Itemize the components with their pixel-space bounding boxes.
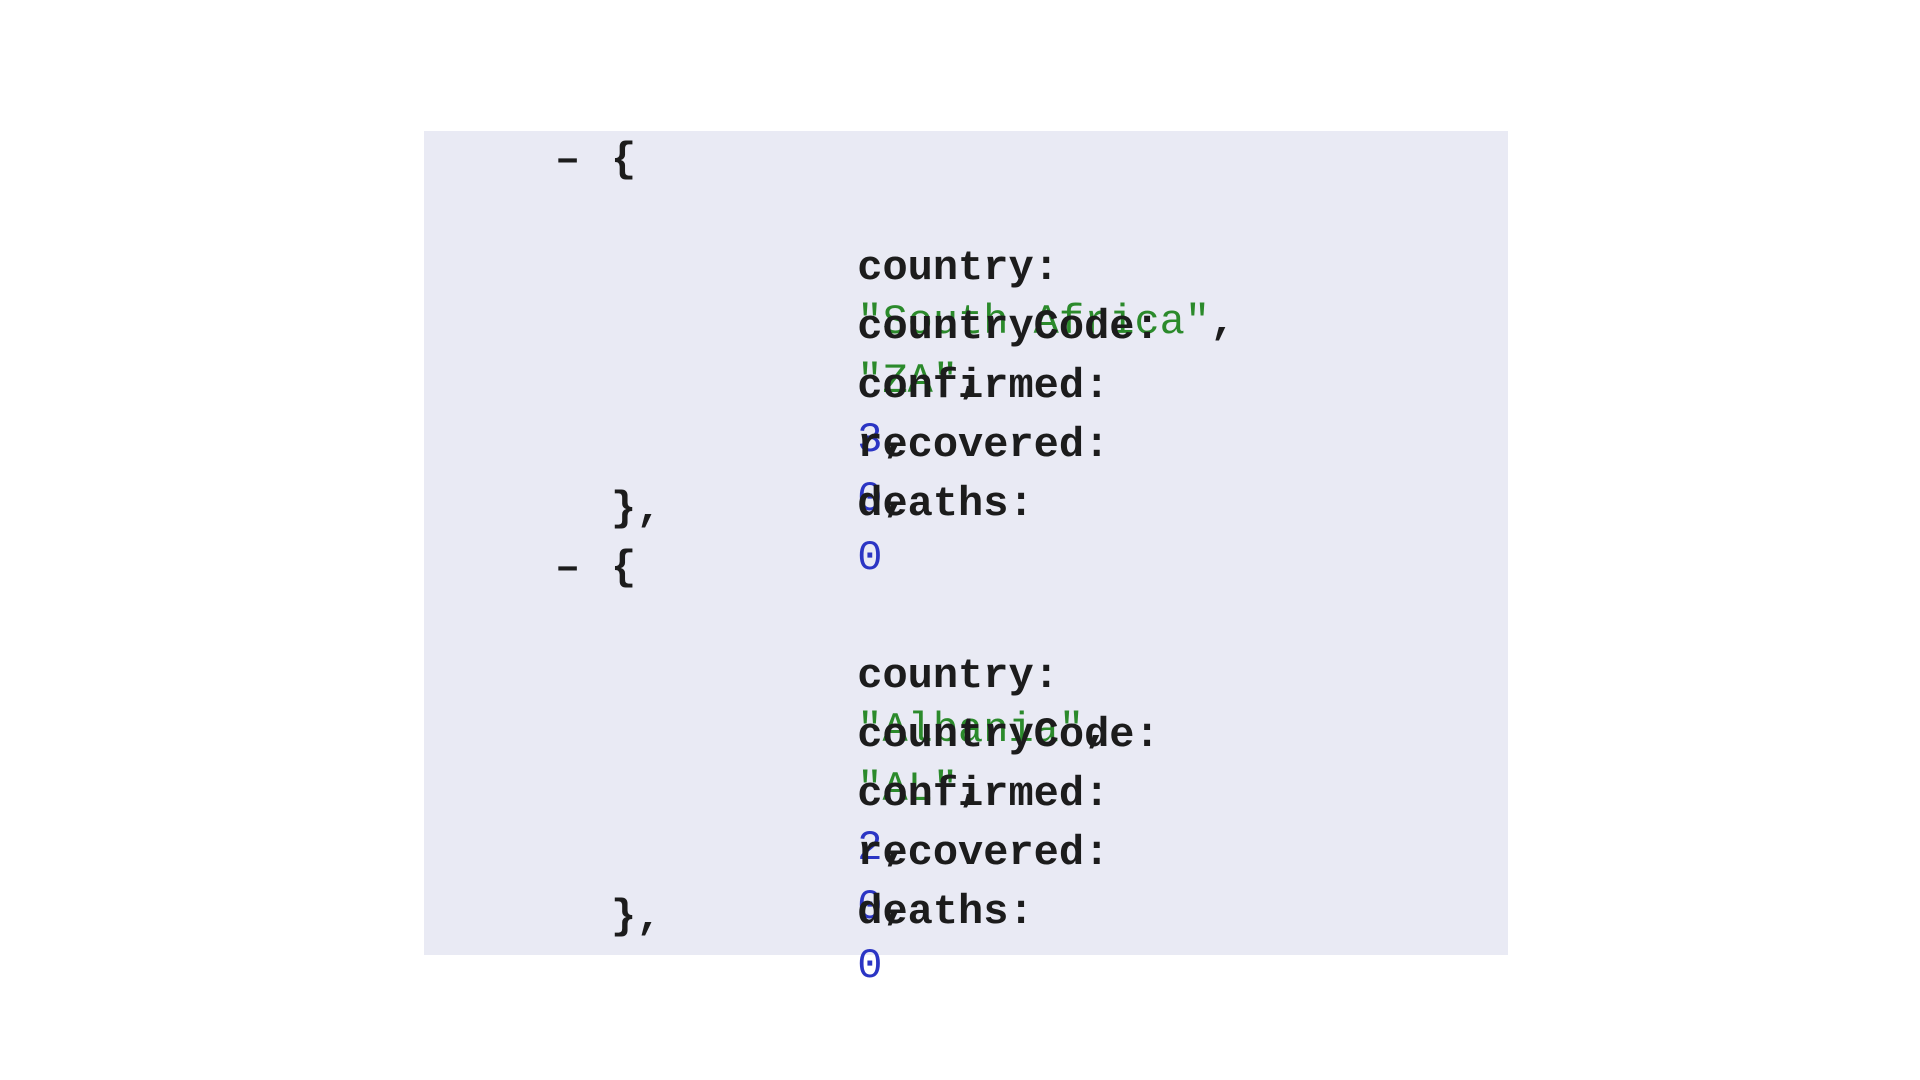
property-value-number: 0 xyxy=(857,534,883,582)
property-recovered: recovered: 0, xyxy=(706,364,1109,523)
property-value-number: 0 xyxy=(857,942,883,990)
property-recovered: recovered: 0, xyxy=(706,772,1109,931)
comma: , xyxy=(1210,298,1236,346)
property-country-code: countryCode: "ZA", xyxy=(706,246,1159,405)
open-brace: { xyxy=(611,136,637,184)
collapse-toggle[interactable]: – xyxy=(555,133,580,187)
property-confirmed: confirmed: 3, xyxy=(706,305,1109,464)
property-country: country: "South Africa", xyxy=(706,187,1235,346)
collapse-toggle[interactable]: – xyxy=(555,541,580,595)
property-deaths: deaths: 0 xyxy=(706,831,1033,990)
open-brace: { xyxy=(611,544,637,592)
property-country: country: "Albania", xyxy=(706,595,1109,754)
property-confirmed: confirmed: 2, xyxy=(706,713,1109,872)
property-country-code: countryCode: "AL", xyxy=(706,654,1159,813)
property-deaths: deaths: 0 xyxy=(706,423,1033,582)
close-brace: }, xyxy=(611,893,662,941)
property-key: deaths: xyxy=(857,888,1034,936)
property-key: deaths: xyxy=(857,480,1034,528)
json-viewer: – { country: "South Africa", countryCode… xyxy=(424,131,1508,990)
close-brace: }, xyxy=(611,485,662,533)
